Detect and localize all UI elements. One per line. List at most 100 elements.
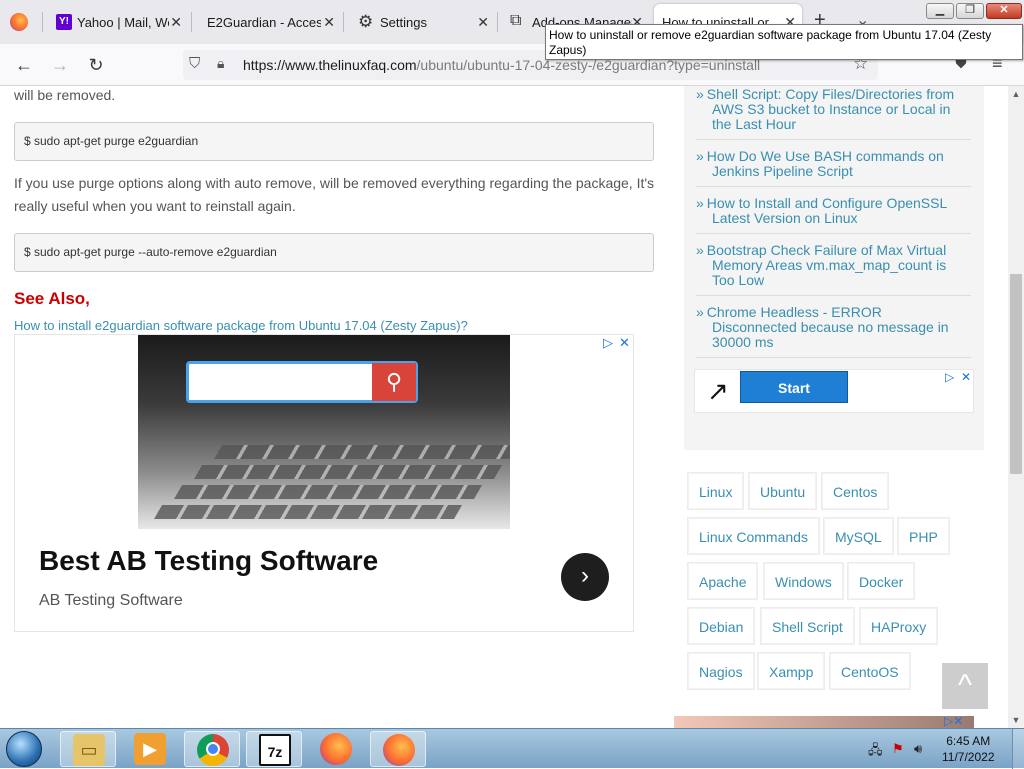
back-arrow-icon[interactable]: ← xyxy=(12,53,36,77)
tag-docker[interactable]: Docker xyxy=(848,563,915,599)
tab-tooltip: How to uninstall or remove e2guardian so… xyxy=(545,24,1023,60)
taskbar-media-player[interactable]: ▶ xyxy=(122,731,178,767)
ad-next-arrow-icon[interactable]: › xyxy=(561,553,609,601)
tab-e2guardian[interactable]: E2Guardian - Access D ✕ xyxy=(193,4,341,40)
sidebar-link[interactable]: » Bootstrap Check Failure of Max Virtual … xyxy=(696,243,968,288)
scrollbar-thumb[interactable] xyxy=(1010,274,1022,474)
url-host: https://www.thelinuxfaq.com xyxy=(243,57,417,73)
taskbar-firefox[interactable] xyxy=(308,731,364,767)
sidebar-recent-posts: » Shell Script: Copy Files/Directories fr… xyxy=(684,86,984,450)
magnifier-icon: ⚲ xyxy=(372,363,416,401)
ad-close-icon[interactable]: ✕ xyxy=(619,335,630,351)
sidebar-link[interactable]: » Shell Script: Copy Files/Directories fr… xyxy=(696,87,968,132)
tag-debian[interactable]: Debian xyxy=(688,608,755,644)
ad-search-box: ⚲ xyxy=(186,361,418,403)
tab-title: Yahoo | Mail, Wea xyxy=(77,14,169,30)
tag-php[interactable]: PHP xyxy=(898,518,949,554)
tab-settings[interactable]: ⚙ Settings ✕ xyxy=(345,4,495,40)
page-content: will be removed. $ sudo apt-get purge e2… xyxy=(0,86,1008,728)
sidebar-ad[interactable]: ↗ Start ▷ ✕ xyxy=(694,369,974,413)
close-tab-icon[interactable]: ✕ xyxy=(170,14,182,31)
ad-start-button[interactable]: Start xyxy=(740,371,848,403)
folder-icon: ▭ xyxy=(73,734,105,766)
ad-choices-icon[interactable]: ▷✕ xyxy=(944,714,963,728)
see-also-link[interactable]: How to install e2guardian software packa… xyxy=(14,318,468,333)
taskbar-firefox-active[interactable] xyxy=(370,731,426,767)
close-tab-icon[interactable]: ✕ xyxy=(477,14,489,31)
bullet-icon: » xyxy=(696,242,704,258)
sidebar-link-text[interactable]: Bootstrap Check Failure of Max Virtual M… xyxy=(707,242,946,288)
sidebar-link-text[interactable]: How to Install and Configure OpenSSL Lat… xyxy=(707,195,947,226)
scroll-up-arrow-icon[interactable]: ▲ xyxy=(1008,86,1024,102)
tag-linux[interactable]: Linux xyxy=(688,473,744,509)
bullet-icon: » xyxy=(696,148,704,164)
article-text: will be removed. xyxy=(14,87,116,103)
media-player-icon: ▶ xyxy=(134,733,166,765)
ad-title[interactable]: Best AB Testing Software xyxy=(39,545,378,577)
see-also-heading: See Also, xyxy=(14,289,90,308)
sidebar-link-text[interactable]: Chrome Headless - ERROR Disconnected bec… xyxy=(707,304,949,350)
system-clock[interactable]: 6:45 AM 11/7/2022 xyxy=(942,733,995,765)
show-desktop-button[interactable] xyxy=(1012,729,1024,769)
gear-icon: ⚙ xyxy=(358,12,374,31)
tag-haproxy[interactable]: HAProxy xyxy=(860,608,938,644)
ad-subtitle[interactable]: AB Testing Software xyxy=(39,592,183,610)
taskbar-file-explorer[interactable]: ▭ xyxy=(60,731,116,767)
volume-icon[interactable]: 🔊︎ xyxy=(914,741,922,757)
sidebar-link-text[interactable]: Shell Script: Copy Files/Directories fro… xyxy=(707,86,954,132)
start-orb-icon[interactable] xyxy=(6,731,42,767)
network-icon[interactable]: 🖧︎ xyxy=(868,741,883,763)
sidebar-ad-bottom[interactable] xyxy=(674,716,974,728)
action-center-flag-icon[interactable]: ⚑ xyxy=(892,741,904,757)
code-block-auto-remove: $ sudo apt-get purge --auto-remove e2gua… xyxy=(14,233,654,272)
sidebar-link[interactable]: » Chrome Headless - ERROR Disconnected be… xyxy=(696,305,968,350)
shield-icon[interactable]: ⛉ xyxy=(189,55,200,72)
clock-date: 11/7/2022 xyxy=(942,750,995,764)
tag-shell-script[interactable]: Shell Script xyxy=(761,608,854,644)
code-block-purge: $ sudo apt-get purge e2guardian xyxy=(14,122,654,161)
lock-icon[interactable]: 🔒︎ xyxy=(217,55,224,72)
firefox-menu-icon[interactable] xyxy=(10,13,28,31)
advertisement-banner[interactable]: ⚲ ▷ ✕ Best AB Testing Software AB Testin… xyxy=(14,334,634,632)
tab-title: E2Guardian - Access D xyxy=(207,14,321,30)
close-window-button[interactable]: ✕ xyxy=(986,3,1022,19)
ad-close-icon[interactable]: ✕ xyxy=(961,370,971,384)
page-scrollbar[interactable]: ▲ ▼ xyxy=(1008,86,1024,728)
reload-icon[interactable]: ↻ xyxy=(84,53,108,77)
ad-image-laptop[interactable]: ⚲ xyxy=(138,335,510,529)
ad-choices-icon[interactable]: ▷ xyxy=(945,370,954,384)
forward-arrow-icon[interactable]: → xyxy=(48,53,72,77)
tag-centoos[interactable]: CentoOS xyxy=(830,653,910,689)
tag-linux-commands[interactable]: Linux Commands xyxy=(688,518,819,554)
yahoo-icon: Y! xyxy=(56,14,72,30)
tag-centos[interactable]: Centos xyxy=(822,473,889,509)
bullet-icon: » xyxy=(696,195,704,211)
tag-windows[interactable]: Windows xyxy=(764,563,843,599)
firefox-icon xyxy=(320,733,352,765)
sidebar-link[interactable]: » How to Install and Configure OpenSSL La… xyxy=(696,196,968,226)
tag-mysql[interactable]: MySQL xyxy=(824,518,893,554)
tab-yahoo[interactable]: Y! Yahoo | Mail, Wea ✕ xyxy=(46,4,188,40)
tag-apache[interactable]: Apache xyxy=(688,563,758,599)
tag-xampp[interactable]: Xampp xyxy=(758,653,825,689)
tab-title: Settings xyxy=(380,14,427,30)
taskbar-7zip[interactable]: 7z xyxy=(246,731,302,767)
back-to-top-button[interactable]: ^ xyxy=(942,663,988,709)
ad-choices-icon[interactable]: ▷ xyxy=(603,335,613,351)
taskbar-chrome[interactable] xyxy=(184,731,240,767)
scroll-down-arrow-icon[interactable]: ▼ xyxy=(1008,712,1024,728)
sidebar-link[interactable]: » How Do We Use BASH commands on Jenkins … xyxy=(696,149,968,179)
maximize-button[interactable]: ❐ xyxy=(956,3,984,19)
firefox-icon xyxy=(383,734,415,766)
bullet-icon: » xyxy=(696,86,704,102)
sidebar-link-text[interactable]: How Do We Use BASH commands on Jenkins P… xyxy=(707,148,944,179)
curved-arrow-icon: ↗ xyxy=(707,376,729,406)
bullet-icon: » xyxy=(696,304,704,320)
article-paragraph: If you use purge options along with auto… xyxy=(14,175,655,214)
7zip-icon: 7z xyxy=(259,734,291,766)
close-tab-icon[interactable]: ✕ xyxy=(323,14,335,31)
minimize-button[interactable]: ▁ xyxy=(926,3,954,19)
windows-taskbar: ▭ ▶ 7z 🖧︎ ⚑ 🔊︎ 6:45 AM 11/7/2022 xyxy=(0,728,1024,769)
tag-ubuntu[interactable]: Ubuntu xyxy=(749,473,817,509)
tag-nagios[interactable]: Nagios xyxy=(688,653,754,689)
